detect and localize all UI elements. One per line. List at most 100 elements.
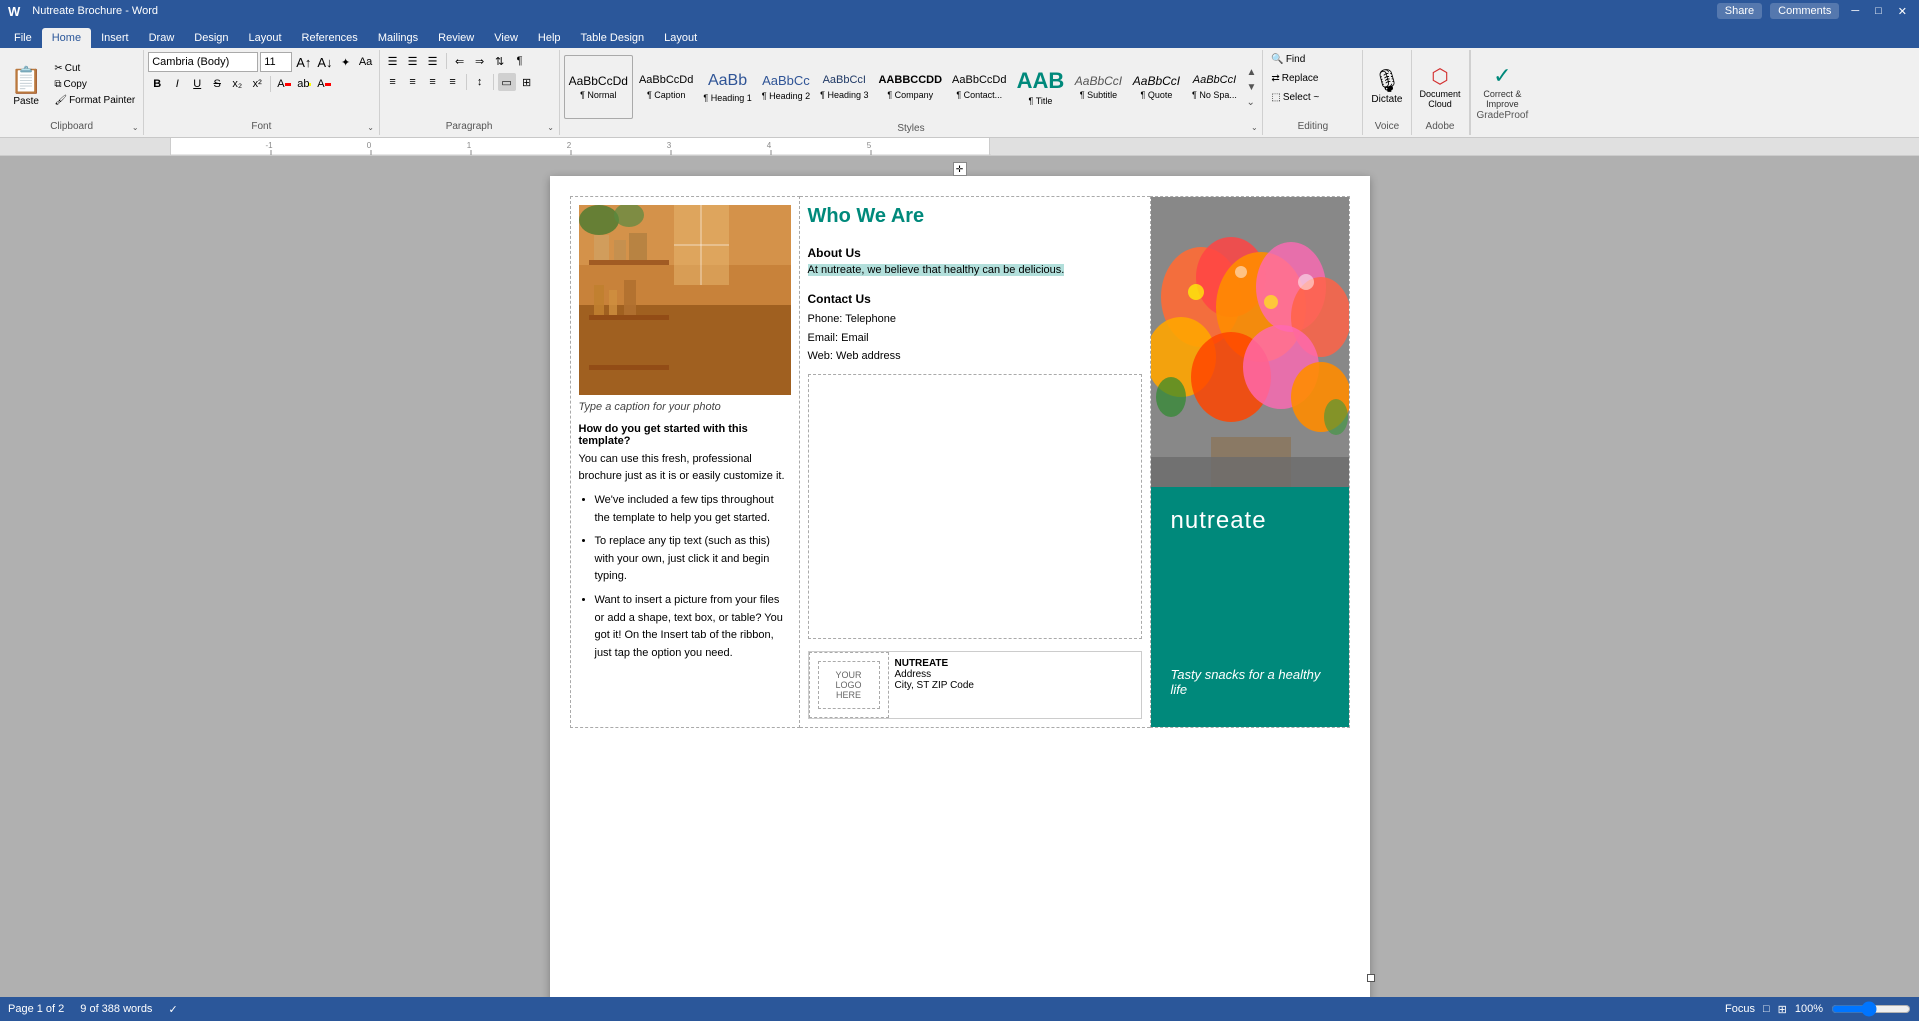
bullet-item-3[interactable]: Want to insert a picture from your files… [595,592,791,662]
template-question[interactable]: How do you get started with this templat… [579,423,791,447]
style-no-space[interactable]: AaBbCcI ¶ No Spa... [1186,55,1242,119]
multilevel-list-button[interactable]: ☰ [424,52,442,70]
italic-button[interactable]: I [168,75,186,93]
bullet-item-1[interactable]: We've included a few tips throughout the… [595,492,791,527]
phone-info[interactable]: Phone: Telephone [808,310,1142,329]
tab-mailings[interactable]: Mailings [368,28,428,48]
about-body[interactable]: At nutreate, we believe that healthy can… [808,264,1142,276]
clipboard-expand-icon[interactable]: ⌄ [129,121,141,133]
increase-font-button[interactable]: A↑ [294,53,313,71]
justify-button[interactable]: ≡ [444,73,462,91]
align-left-button[interactable]: ≡ [384,73,402,91]
resize-handle[interactable] [1367,974,1375,982]
sort-button[interactable]: ⇅ [491,52,509,70]
about-heading[interactable]: About Us [808,246,1142,260]
show-formatting-button[interactable]: ¶ [511,52,529,70]
format-painter-button[interactable]: 🖌 Format Painter [50,93,139,108]
gradeproof-button[interactable]: ✓ Correct &Improve [1483,63,1521,109]
flower-photo[interactable] [1151,197,1349,487]
decrease-font-button[interactable]: A↓ [315,53,334,71]
focus-button[interactable]: Focus [1725,1003,1755,1015]
document-cloud-button[interactable]: ⬡ DocumentCloud [1416,62,1465,111]
font-size-input[interactable] [260,52,292,72]
tab-references[interactable]: References [292,28,368,48]
paragraph-expand-icon[interactable]: ⌄ [545,121,557,133]
move-handle[interactable]: ✛ [953,162,967,176]
brand-name[interactable]: nutreate [1171,507,1329,535]
bullets-button[interactable]: ☰ [384,52,402,70]
replace-button[interactable]: ⇄ Replace [1267,71,1322,86]
align-center-button[interactable]: ≡ [404,73,422,91]
style-normal[interactable]: AaBbCcDd ¶ Normal [564,55,633,119]
template-body[interactable]: You can use this fresh, professional bro… [579,451,791,484]
logo-placeholder[interactable]: YOUR LOGO HERE [809,652,889,718]
font-expand-icon[interactable]: ⌄ [365,121,377,133]
strikethrough-button[interactable]: S [208,75,226,93]
borders-button[interactable]: ⊞ [518,73,536,91]
view-web-icon[interactable]: ⊞ [1778,1003,1787,1016]
text-case-button[interactable]: Aa [357,53,375,71]
tab-view[interactable]: View [484,28,528,48]
tab-draw[interactable]: Draw [139,28,185,48]
styles-expand-btn[interactable]: ⌄ [1244,95,1258,110]
close-icon[interactable]: ✕ [1894,5,1911,18]
paste-button[interactable]: 📋 Paste [4,61,48,111]
align-right-button[interactable]: ≡ [424,73,442,91]
address-block[interactable]: NUTREATE Address City, ST ZIP Code [889,652,980,718]
style-heading2[interactable]: AaBbCc ¶ Heading 2 [758,55,814,119]
bold-button[interactable]: B [148,75,166,93]
subscript-button[interactable]: x₂ [228,75,246,93]
tab-home[interactable]: Home [42,28,91,48]
proofing-icon[interactable]: ✓ [168,1003,177,1016]
underline-button[interactable]: U [188,75,206,93]
line-spacing-button[interactable]: ↕ [471,73,489,91]
tab-table-design[interactable]: Table Design [571,28,655,48]
doc-title[interactable]: Who We Are [808,205,1142,228]
doc-col-middle[interactable]: Who We Are About Us At nutreate, we beli… [800,196,1150,728]
style-title[interactable]: AAB ¶ Title [1012,55,1068,119]
web-info[interactable]: Web: Web address [808,347,1142,366]
left-photo[interactable] [579,205,791,395]
decrease-indent-button[interactable]: ⇐ [451,52,469,70]
tab-layout[interactable]: Layout [239,28,292,48]
font-color-button[interactable]: A [315,75,333,93]
share-button[interactable]: Share [1717,3,1762,19]
style-heading3[interactable]: AaBbCcI ¶ Heading 3 [816,55,872,119]
tab-file[interactable]: File [4,28,42,48]
tab-layout2[interactable]: Layout [654,28,707,48]
zoom-slider[interactable] [1831,1004,1911,1014]
tab-insert[interactable]: Insert [91,28,139,48]
tab-help[interactable]: Help [528,28,571,48]
styles-expand-icon[interactable]: ⌄ [1248,121,1260,133]
cut-button[interactable]: ✂ Cut [50,61,139,76]
dictate-button[interactable]: 🎙 Dictate [1367,66,1406,107]
tab-review[interactable]: Review [428,28,484,48]
font-name-input[interactable] [148,52,258,72]
photo-caption[interactable]: Type a caption for your photo [579,401,791,413]
clear-formatting-button[interactable]: ✦ [337,53,355,71]
text-color-button[interactable]: A [275,75,293,93]
text-highlight-button[interactable]: ab [295,75,313,93]
shading-button[interactable]: ▭ [498,73,516,91]
numbering-button[interactable]: ☰ [404,52,422,70]
style-subtitle[interactable]: AaBbCcI ¶ Subtitle [1070,55,1126,119]
maximize-icon[interactable]: □ [1871,5,1886,17]
minimize-icon[interactable]: ─ [1847,5,1863,17]
brand-tagline[interactable]: Tasty snacks for a healthy life [1171,657,1329,707]
superscript-button[interactable]: x² [248,75,266,93]
bullet-item-2[interactable]: To replace any tip text (such as this) w… [595,533,791,586]
styles-scroll-up[interactable]: ▲ [1244,65,1258,80]
tab-design[interactable]: Design [184,28,238,48]
select-button[interactable]: ⬚ Select ~ [1267,90,1323,105]
middle-empty-area[interactable] [808,374,1142,639]
contact-heading[interactable]: Contact Us [808,292,1142,306]
increase-indent-button[interactable]: ⇒ [471,52,489,70]
style-heading1[interactable]: AaBb ¶ Heading 1 [699,55,755,119]
style-company[interactable]: AABBCCDD ¶ Company [874,55,946,119]
style-caption[interactable]: AaBbCcDd ¶ Caption [635,55,697,119]
comments-button[interactable]: Comments [1770,3,1839,19]
copy-button[interactable]: ⧉ Copy [50,77,139,92]
email-info[interactable]: Email: Email [808,329,1142,348]
view-print-icon[interactable]: □ [1763,1003,1770,1015]
styles-scroll-down[interactable]: ▼ [1244,80,1258,95]
